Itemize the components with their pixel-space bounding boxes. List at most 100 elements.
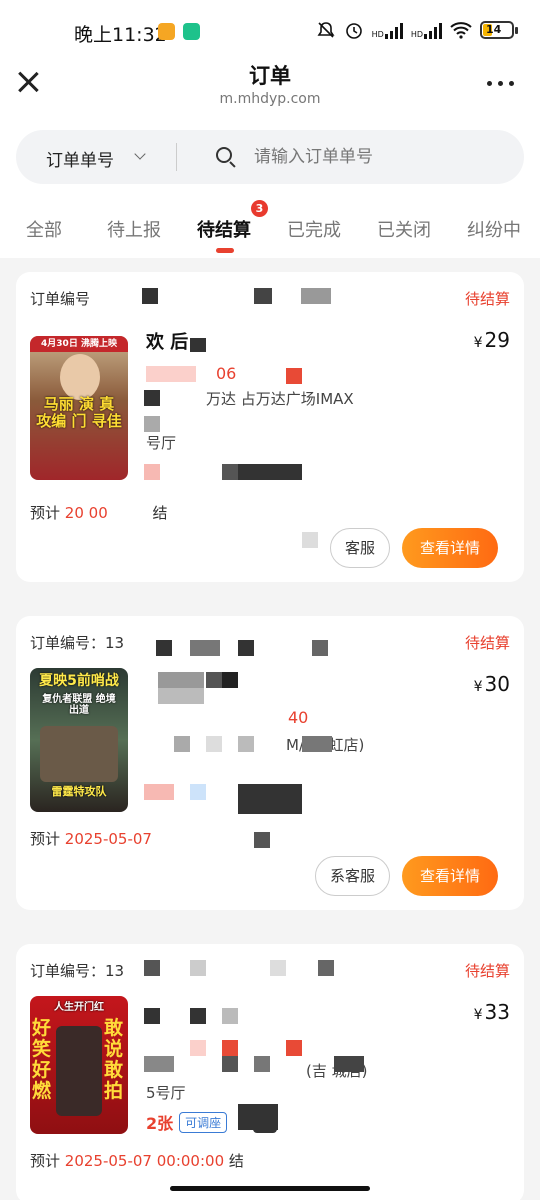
settle-eta: 预计 20 00 结 <box>30 502 168 523</box>
privacy-mosaic <box>254 288 272 304</box>
privacy-mosaic <box>254 832 270 848</box>
privacy-mosaic <box>190 960 206 976</box>
alarm-icon <box>345 23 362 39</box>
privacy-mosaic <box>144 784 174 800</box>
privacy-mosaic <box>312 640 328 656</box>
page-title: 订单 <box>249 64 291 88</box>
privacy-mosaic <box>190 1008 206 1024</box>
price-currency: ¥ <box>473 335 483 351</box>
page-url: m.mhdyp.com <box>219 91 321 107</box>
order-number: 订单编号 <box>30 290 91 308</box>
privacy-mosaic <box>334 1056 364 1072</box>
eta-time: 2025-05-07 <box>64 830 152 848</box>
contact-service-button[interactable]: 客服 <box>329 528 390 568</box>
chevron-down-icon[interactable] <box>134 148 146 160</box>
tab-badge-count: 3 <box>251 200 268 217</box>
price-value: 33 <box>484 1000 510 1024</box>
tab-dispute[interactable]: 纠纷中 <box>467 216 521 242</box>
tab-pending-report[interactable]: 待上报 <box>107 216 161 242</box>
privacy-mosaic <box>190 640 220 656</box>
privacy-mosaic <box>222 672 238 688</box>
search-icon <box>216 147 232 163</box>
privacy-mosaic <box>144 1056 174 1072</box>
order-card[interactable]: 订单编号：13 待结算 夏映5前哨战 复仇者联盟 绝境出道 雷霆特攻队 ¥30 … <box>16 616 524 910</box>
privacy-mosaic <box>144 464 160 480</box>
show-time: 06 <box>216 364 237 383</box>
order-card[interactable]: 订单编号：13 待结算 人生开门红 好笑好燃 敢说敢拍 ¥33 (吉 城店) 5… <box>16 944 524 1200</box>
view-detail-button[interactable]: 查看详情 <box>402 528 498 568</box>
privacy-mosaic <box>238 736 254 752</box>
order-status: 待结算 <box>464 290 510 308</box>
poster-top-banner: 4月30日 沸腾上映 <box>30 336 128 352</box>
privacy-mosaic <box>206 736 222 752</box>
search-input[interactable] <box>254 144 504 170</box>
privacy-mosaic <box>238 464 302 480</box>
movie-title: 欢 后 <box>146 332 189 353</box>
price-value: 29 <box>484 328 510 352</box>
title-bar: 订单 m.mhdyp.com <box>0 56 540 118</box>
settle-eta: 预计 2025-05-07 <box>30 828 152 849</box>
wifi-icon <box>450 22 472 39</box>
ticket-count: 2张 <box>146 1114 174 1133</box>
poster-title: 夏映5前哨战 <box>39 673 119 689</box>
signal-icon-2: HD <box>411 21 442 39</box>
eta-time: 2025-05-07 00:00:00 <box>64 1152 225 1170</box>
privacy-mosaic <box>158 672 204 688</box>
order-status: 待结算 <box>464 962 510 980</box>
home-indicator[interactable] <box>170 1186 370 1191</box>
contact-service-button[interactable]: 系客服 <box>314 856 390 896</box>
order-card[interactable]: 订单编号 待结算 4月30日 沸腾上映 马丽 演 真 攻编 门 寻佳 ¥29 欢… <box>16 272 524 582</box>
privacy-mosaic <box>301 288 331 304</box>
tab-completed[interactable]: 已完成 <box>287 216 341 242</box>
privacy-mosaic <box>222 1056 238 1072</box>
privacy-mosaic <box>238 784 302 814</box>
order-price: ¥33 <box>474 1000 510 1024</box>
movie-poster: 人生开门红 好笑好燃 敢说敢拍 <box>30 996 128 1134</box>
mute-icon <box>317 22 335 38</box>
poster-title: 马丽 演 真 攻编 门 寻佳 <box>36 395 122 430</box>
privacy-mosaic <box>190 784 206 800</box>
view-detail-button[interactable]: 查看详情 <box>402 856 498 896</box>
poster-right-slogan: 敢说敢拍 <box>104 1017 124 1102</box>
poster-bottom-title: 雷霆特攻队 <box>51 785 107 798</box>
search-type-dropdown[interactable]: 订单单号 <box>46 146 114 171</box>
eta-suffix: 结 <box>152 504 168 522</box>
status-icons: HD HD 14 <box>316 20 518 40</box>
tab-bar: 全部 待上报 待结算 3 已完成 已关闭 纠纷中 <box>0 200 540 258</box>
price-value: 30 <box>484 672 510 696</box>
battery-level: 14 <box>486 23 502 36</box>
eta-label: 预计 <box>30 1152 61 1170</box>
eta-label: 预计 <box>30 504 61 522</box>
privacy-mosaic <box>238 640 254 656</box>
order-number: 订单编号：13 <box>30 634 125 652</box>
privacy-mosaic <box>270 960 286 976</box>
poster-subtitle: 复仇者联盟 绝境出道 <box>42 694 116 716</box>
poster-figures <box>56 1026 102 1116</box>
privacy-mosaic <box>286 1040 302 1056</box>
notification-app-icon <box>158 23 175 40</box>
tab-closed[interactable]: 已关闭 <box>377 216 431 242</box>
privacy-mosaic <box>158 688 204 704</box>
hall-name: 号厅 <box>146 434 177 452</box>
more-icon[interactable] <box>487 81 514 86</box>
eta-suffix: 结 <box>228 1152 244 1170</box>
show-time: 40 <box>288 708 309 727</box>
adjustable-seat-tag: 可调座 <box>179 1111 228 1133</box>
search-area: 订单单号 <box>0 118 540 200</box>
order-price: ¥29 <box>474 328 510 352</box>
privacy-mosaic <box>318 960 334 976</box>
privacy-mosaic <box>156 640 172 656</box>
signal-icon: HD <box>372 21 403 39</box>
order-status: 待结算 <box>464 634 510 652</box>
signal-hd-label-2: HD <box>410 30 423 39</box>
privacy-mosaic <box>286 368 302 384</box>
search-box: 订单单号 <box>16 130 524 184</box>
privacy-mosaic <box>206 672 222 688</box>
privacy-mosaic <box>254 1056 270 1072</box>
settle-eta: 预计 2025-05-07 00:00:00 结 <box>30 1150 244 1171</box>
tab-pending-settlement[interactable]: 待结算 <box>197 216 251 242</box>
tab-all[interactable]: 全部 <box>26 216 62 242</box>
notification-shield-icon <box>183 23 200 40</box>
privacy-mosaic <box>222 1008 238 1024</box>
privacy-mosaic <box>144 1008 160 1024</box>
